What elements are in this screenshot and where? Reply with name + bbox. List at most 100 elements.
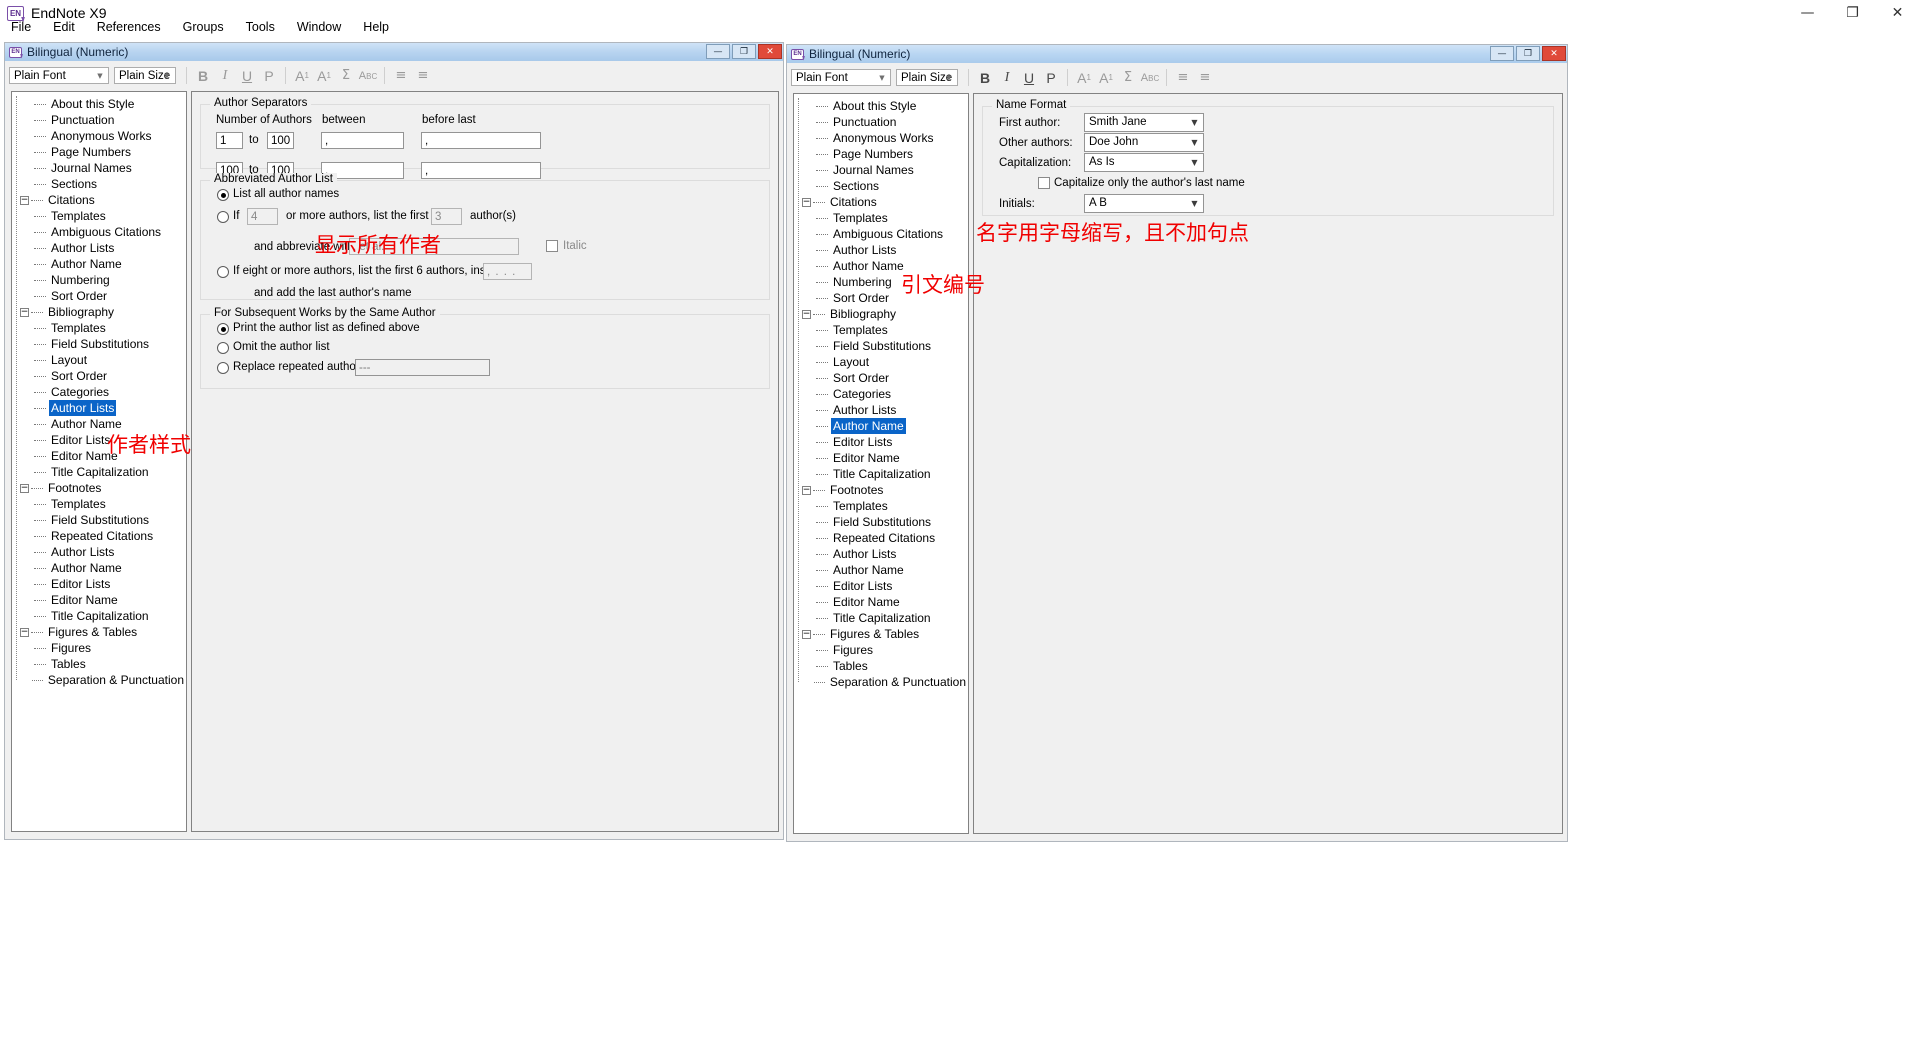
align-left-button[interactable]: ≡ bbox=[390, 66, 412, 86]
tree-item-sections[interactable]: Sections bbox=[802, 178, 968, 194]
menu-item-window[interactable]: Window bbox=[286, 18, 352, 36]
tree-item-tables[interactable]: Tables bbox=[802, 658, 968, 674]
tree-item-about-this-style[interactable]: About this Style bbox=[802, 98, 968, 114]
bold-button[interactable]: B bbox=[974, 68, 996, 88]
italic-button[interactable]: I bbox=[214, 66, 236, 86]
italic-button[interactable]: I bbox=[996, 68, 1018, 88]
capitalization-select[interactable]: As Is ▼ bbox=[1084, 153, 1204, 172]
menu-item-tools[interactable]: Tools bbox=[235, 18, 286, 36]
tree-item-title-capitalization[interactable]: Title Capitalization bbox=[20, 608, 186, 624]
left-style-tree[interactable]: About this Style Punctuation Anonymous Wor… bbox=[11, 91, 187, 832]
tree-item-author-lists[interactable]: Author Lists bbox=[20, 240, 186, 256]
tree-item-layout[interactable]: Layout bbox=[20, 352, 186, 368]
tree-item-repeated-citations[interactable]: Repeated Citations bbox=[20, 528, 186, 544]
tree-item-punctuation[interactable]: Punctuation bbox=[802, 114, 968, 130]
radio-print-author-list[interactable] bbox=[217, 323, 229, 335]
radio-list-all-author-names[interactable] bbox=[217, 189, 229, 201]
tree-item-title-capitalization[interactable]: Title Capitalization bbox=[802, 610, 968, 626]
tree-collapse-icon[interactable]: − bbox=[802, 309, 811, 319]
replace-repeated-authors-input[interactable]: --- bbox=[355, 359, 490, 376]
tree-item-templates[interactable]: Templates bbox=[20, 496, 186, 512]
insert-symbol-button[interactable]: Σ bbox=[335, 66, 357, 86]
right-close-button[interactable]: ✕ bbox=[1542, 46, 1566, 61]
left-window-titlebar[interactable]: EN Bilingual (Numeric) — ❐ ✕ bbox=[5, 43, 783, 61]
right-style-tree[interactable]: About this Style Punctuation Anonymous Wor… bbox=[793, 93, 969, 834]
tree-item-punctuation[interactable]: Punctuation bbox=[20, 112, 186, 128]
tree-item-journal-names[interactable]: Journal Names bbox=[802, 162, 968, 178]
tree-item-separation-punctuation[interactable]: Separation & Punctuation bbox=[802, 674, 968, 690]
tree-item-author-name[interactable]: Author Name bbox=[802, 418, 968, 434]
tree-item-tables[interactable]: Tables bbox=[20, 656, 186, 672]
size-combobox[interactable]: Plain Size ▼ bbox=[114, 67, 176, 84]
tree-item-anonymous-works[interactable]: Anonymous Works bbox=[802, 130, 968, 146]
tree-collapse-icon[interactable]: − bbox=[20, 307, 29, 317]
tree-item-footnotes[interactable]: − Footnotes bbox=[20, 480, 186, 496]
first-author-select[interactable]: Smith Jane ▼ bbox=[1084, 113, 1204, 132]
small-caps-button[interactable]: Abc bbox=[357, 66, 379, 86]
underline-button[interactable]: U bbox=[236, 66, 258, 86]
tree-item-figures[interactable]: Figures bbox=[802, 642, 968, 658]
tree-item-templates[interactable]: Templates bbox=[802, 498, 968, 514]
tree-item-citations[interactable]: − Citations bbox=[20, 192, 186, 208]
subscript-button[interactable]: A1 bbox=[313, 66, 335, 86]
tree-item-field-substitutions[interactable]: Field Substitutions bbox=[802, 338, 968, 354]
tree-item-field-substitutions[interactable]: Field Substitutions bbox=[20, 512, 186, 528]
tree-collapse-icon[interactable]: − bbox=[20, 483, 29, 493]
small-caps-button[interactable]: Abc bbox=[1139, 68, 1161, 88]
radio-if-n-or-more-authors[interactable] bbox=[217, 211, 229, 223]
tree-item-editor-lists[interactable]: Editor Lists bbox=[802, 578, 968, 594]
right-minimize-button[interactable]: — bbox=[1490, 46, 1514, 61]
plain-button[interactable]: P bbox=[258, 66, 280, 86]
tree-item-title-capitalization[interactable]: Title Capitalization bbox=[802, 466, 968, 482]
tree-item-field-substitutions[interactable]: Field Substitutions bbox=[802, 514, 968, 530]
capitalize-last-name-checkbox[interactable] bbox=[1038, 177, 1050, 189]
tree-item-templates[interactable]: Templates bbox=[20, 208, 186, 224]
align-center-button[interactable]: ≡ bbox=[1194, 68, 1216, 88]
first-count-input[interactable]: 3 bbox=[431, 208, 462, 225]
before-last-input-row1[interactable]: , bbox=[421, 132, 541, 149]
tree-item-author-lists[interactable]: Author Lists bbox=[20, 400, 186, 416]
tree-item-repeated-citations[interactable]: Repeated Citations bbox=[802, 530, 968, 546]
tree-item-page-numbers[interactable]: Page Numbers bbox=[20, 144, 186, 160]
tree-item-author-lists[interactable]: Author Lists bbox=[802, 402, 968, 418]
tree-item-editor-name[interactable]: Editor Name bbox=[802, 594, 968, 610]
tree-item-editor-name[interactable]: Editor Name bbox=[802, 450, 968, 466]
tree-collapse-icon[interactable]: − bbox=[802, 485, 811, 495]
tree-item-numbering[interactable]: Numbering bbox=[20, 272, 186, 288]
tree-item-author-lists[interactable]: Author Lists bbox=[802, 546, 968, 562]
radio-omit-author-list[interactable] bbox=[217, 342, 229, 354]
superscript-button[interactable]: A1 bbox=[291, 66, 313, 86]
tree-item-sort-order[interactable]: Sort Order bbox=[802, 370, 968, 386]
tree-item-journal-names[interactable]: Journal Names bbox=[20, 160, 186, 176]
tree-item-sort-order[interactable]: Sort Order bbox=[20, 288, 186, 304]
tree-collapse-icon[interactable]: − bbox=[802, 197, 811, 207]
if-count-input[interactable]: 4 bbox=[247, 208, 278, 225]
align-center-button[interactable]: ≡ bbox=[412, 66, 434, 86]
tree-item-bibliography[interactable]: − Bibliography bbox=[20, 304, 186, 320]
tree-item-title-capitalization[interactable]: Title Capitalization bbox=[20, 464, 186, 480]
tree-item-footnotes[interactable]: − Footnotes bbox=[802, 482, 968, 498]
font-combobox[interactable]: Plain Font ▼ bbox=[791, 69, 891, 86]
size-combobox[interactable]: Plain Size ▼ bbox=[896, 69, 958, 86]
menu-item-edit[interactable]: Edit bbox=[42, 18, 86, 36]
tree-item-about-this-style[interactable]: About this Style bbox=[20, 96, 186, 112]
before-last-input-row2[interactable]: , bbox=[421, 162, 541, 179]
superscript-button[interactable]: A1 bbox=[1073, 68, 1095, 88]
underline-button[interactable]: U bbox=[1018, 68, 1040, 88]
italic-checkbox[interactable] bbox=[546, 240, 558, 252]
tree-collapse-icon[interactable]: − bbox=[20, 195, 29, 205]
tree-item-templates[interactable]: Templates bbox=[20, 320, 186, 336]
subscript-button[interactable]: A1 bbox=[1095, 68, 1117, 88]
left-close-button[interactable]: ✕ bbox=[758, 44, 782, 59]
tree-item-page-numbers[interactable]: Page Numbers bbox=[802, 146, 968, 162]
other-authors-select[interactable]: Doe John ▼ bbox=[1084, 133, 1204, 152]
tree-item-author-lists[interactable]: Author Lists bbox=[802, 242, 968, 258]
tree-item-templates[interactable]: Templates bbox=[802, 322, 968, 338]
tree-item-citations[interactable]: − Citations bbox=[802, 194, 968, 210]
right-maximize-button[interactable]: ❐ bbox=[1516, 46, 1540, 61]
tree-item-author-name[interactable]: Author Name bbox=[802, 562, 968, 578]
menu-item-help[interactable]: Help bbox=[352, 18, 400, 36]
tree-item-categories[interactable]: Categories bbox=[20, 384, 186, 400]
tree-item-ambiguous-citations[interactable]: Ambiguous Citations bbox=[802, 226, 968, 242]
tree-item-figures-tables[interactable]: − Figures & Tables bbox=[802, 626, 968, 642]
